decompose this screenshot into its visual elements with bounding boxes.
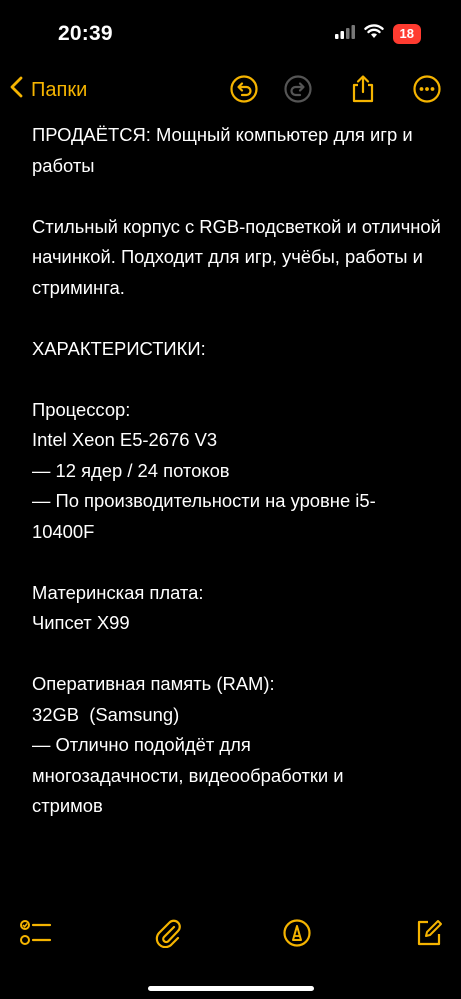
signal-icon xyxy=(334,24,355,44)
more-icon[interactable] xyxy=(412,74,442,104)
status-bar: 20:39 18 xyxy=(0,0,461,70)
markup-icon[interactable] xyxy=(282,918,312,948)
share-icon[interactable] xyxy=(349,74,379,104)
note-body[interactable]: ПРОДАЁТСЯ: Мощный компьютер для игр и ра… xyxy=(32,120,442,822)
back-button[interactable]: Папки xyxy=(10,76,87,104)
attachment-icon[interactable] xyxy=(154,918,184,949)
back-button-label: Папки xyxy=(31,78,88,101)
chevron-left-icon xyxy=(10,76,23,104)
motherboard-chipset: Чипсет X99 xyxy=(32,612,130,633)
battery-indicator: 18 xyxy=(392,24,421,44)
wifi-icon xyxy=(363,24,384,44)
cpu-perf: — По производительности на уровне i5-104… xyxy=(32,490,376,542)
note-title: ПРОДАЁТСЯ: Мощный компьютер для игр и ра… xyxy=(32,124,413,176)
status-time: 20:39 xyxy=(58,22,113,45)
cpu-model: Intel Xeon E5-2676 V3 xyxy=(32,429,218,450)
specs-header: ХАРАКТЕРИСТИКИ: xyxy=(32,337,206,359)
note-intro: Стильный корпус с RGB-подсветкой и отлич… xyxy=(32,215,441,298)
ram-label: Оперативная память (RAM): xyxy=(32,673,275,694)
checklist-icon[interactable] xyxy=(20,918,52,948)
status-icons: 18 xyxy=(334,24,421,44)
cpu-label: Процессор: xyxy=(32,398,131,420)
ram-size: 32GB (Samsung) xyxy=(32,703,180,725)
cpu-cores: — 12 ядер / 24 потоков xyxy=(32,459,230,481)
ram-note: — Отлично подойдёт для многозадачности, … xyxy=(32,734,344,816)
home-indicator[interactable] xyxy=(148,986,314,991)
undo-icon[interactable] xyxy=(229,74,259,104)
compose-icon[interactable] xyxy=(414,918,444,948)
navigation-bar: Папки xyxy=(0,70,461,110)
redo-icon[interactable] xyxy=(283,74,313,104)
motherboard-label: Материнская плата: xyxy=(32,581,204,603)
